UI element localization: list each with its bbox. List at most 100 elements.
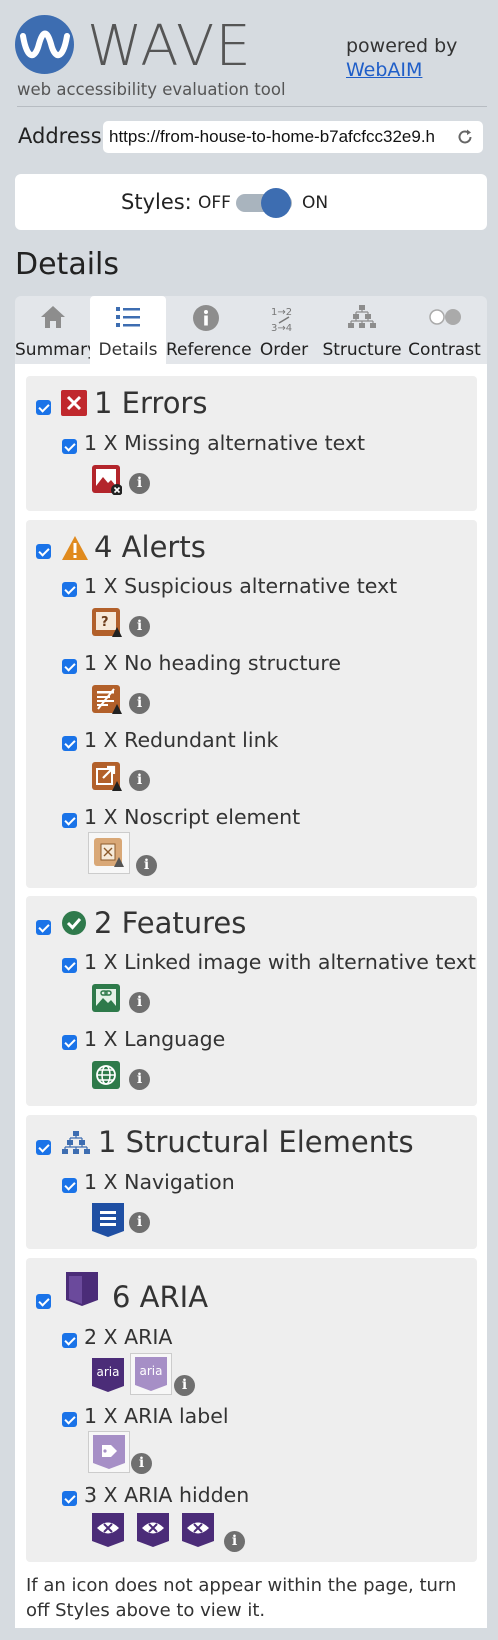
suspicious-alt-info-icon[interactable]: i [129,616,150,637]
logo-wordmark: WAVE [87,14,252,79]
aria-label-info-icon[interactable]: i [131,1453,152,1474]
missing-alt-image-icon[interactable] [92,465,122,495]
language-checkbox[interactable] [62,1035,77,1050]
aria-checkbox[interactable] [36,1294,51,1309]
missing-alt-info-icon[interactable]: i [129,473,150,494]
tab-contrast[interactable]: Contrast [402,296,487,364]
redundant-link-icon[interactable] [92,762,122,792]
language-info-icon[interactable]: i [129,1069,150,1090]
tab-summary-label: Summary [15,340,98,360]
linked-image-icon[interactable] [92,984,122,1014]
navigation-checkbox[interactable] [62,1178,77,1193]
aria-label-icon-frame[interactable] [88,1431,130,1473]
missing-alt-checkbox[interactable] [62,439,77,454]
aria-icon[interactable]: aria [92,1358,124,1392]
aria-title: 6 ARIA [112,1280,209,1314]
navigation-info-icon[interactable]: i [129,1212,150,1233]
svg-text:1→2: 1→2 [271,307,292,318]
refresh-icon[interactable] [455,127,475,147]
header: WAVE web accessibility evaluation tool p… [0,0,498,108]
no-heading-label: 1 X No heading structure [84,651,341,675]
svg-text:3→4: 3→4 [271,323,292,334]
suspicious-alt-checkbox[interactable] [62,582,77,597]
contrast-icon [428,309,461,325]
redundant-link-info-icon[interactable]: i [129,770,150,791]
tab-structure[interactable]: Structure [322,296,402,364]
footnote: If an icon does not appear within the pa… [26,1575,457,1621]
errors-checkbox[interactable] [36,400,51,415]
missing-alt-label: 1 X Missing alternative text [84,431,366,455]
webaim-link[interactable]: WebAIM [346,59,422,81]
aria-icon-text: aria [96,1365,120,1379]
styles-panel: Styles: OFF ON [15,174,487,230]
aria-checkbox-item[interactable] [62,1333,77,1348]
aria-hidden-info-icon[interactable]: i [224,1531,245,1552]
linked-image-label: 1 X Linked image with alternative text [84,950,476,974]
alerts-section: 4 Alerts 1 X Suspicious alternative text… [26,520,477,888]
noscript-label: 1 X Noscript element [84,805,301,829]
header-divider [17,106,487,107]
info-icon [193,305,219,331]
errors-section: 1 Errors 1 X Missing alternative text i [26,376,477,511]
redundant-link-checkbox[interactable] [62,736,77,751]
aria-hidden-checkbox[interactable] [62,1491,77,1506]
noscript-info-icon[interactable]: i [136,855,157,876]
aria-hidden-icon-3[interactable] [182,1513,214,1547]
aria-hidden-label: 3 X ARIA hidden [84,1483,250,1507]
aria-label-checkbox[interactable] [62,1412,77,1427]
features-title: 2 Features [94,906,247,940]
no-heading-info-icon[interactable]: i [129,693,150,714]
tab-bar: Summary Details Reference 1→2 3→4 Order [15,296,487,364]
styles-toggle-knob[interactable] [261,188,291,218]
structure-title: 1 Structural Elements [98,1125,414,1159]
aria-hidden-icon-2[interactable] [137,1513,169,1547]
aria-section: 6 ARIA 2 X ARIA aria aria i 1 X ARIA lab… [26,1258,477,1562]
no-heading-checkbox[interactable] [62,659,77,674]
tab-order[interactable]: 1→2 3→4 Order [246,296,322,364]
features-checkbox[interactable] [36,920,51,935]
powered-by-text: powered by [346,35,458,57]
styles-label: Styles: [121,190,192,214]
alerts-checkbox[interactable] [36,544,51,559]
aria-item-label: 2 X ARIA [84,1325,173,1349]
order-icon: 1→2 3→4 [271,307,292,334]
aria-info-icon[interactable]: i [174,1375,195,1396]
redundant-link-label: 1 X Redundant link [84,728,279,752]
noscript-element-icon [94,838,124,867]
tab-details-label: Details [98,340,158,360]
tagline: web accessibility evaluation tool [17,80,286,99]
address-field-container [103,121,483,153]
page-title: Details [15,247,120,282]
tab-details[interactable]: Details [90,296,166,364]
errors-title: 1 Errors [94,386,208,420]
tab-contrast-label: Contrast [408,340,481,360]
navigation-label: 1 X Navigation [84,1170,235,1194]
structure-icon [348,305,376,328]
tab-reference[interactable]: Reference [166,296,252,364]
aria-icon-light-frame[interactable]: aria [130,1353,172,1395]
aria-light-icon-text: aria [139,1364,163,1378]
no-heading-structure-icon[interactable] [92,685,122,715]
address-input[interactable] [109,121,449,153]
alerts-title: 4 Alerts [94,530,206,564]
aria-shield-icon [66,1272,98,1306]
alert-triangle-icon [62,536,88,560]
noscript-icon-frame[interactable] [88,832,130,874]
linked-image-info-icon[interactable]: i [129,992,150,1013]
tab-summary[interactable]: Summary [15,296,98,364]
feature-check-icon [62,911,86,935]
linked-image-checkbox[interactable] [62,958,77,973]
suspicious-alt-icon[interactable]: ? [92,608,122,638]
structure-checkbox[interactable] [36,1140,51,1155]
tab-structure-label: Structure [322,340,402,360]
tab-reference-label: Reference [166,340,252,360]
language-globe-icon[interactable] [92,1061,122,1091]
noscript-checkbox[interactable] [62,813,77,828]
navigation-icon[interactable] [92,1203,124,1237]
styles-on-label: ON [302,193,329,213]
aria-hidden-icon[interactable] [92,1513,124,1547]
address-label: Address: [18,124,109,148]
list-icon [116,307,140,327]
home-icon [40,306,65,328]
structure-tree-icon [62,1131,90,1154]
